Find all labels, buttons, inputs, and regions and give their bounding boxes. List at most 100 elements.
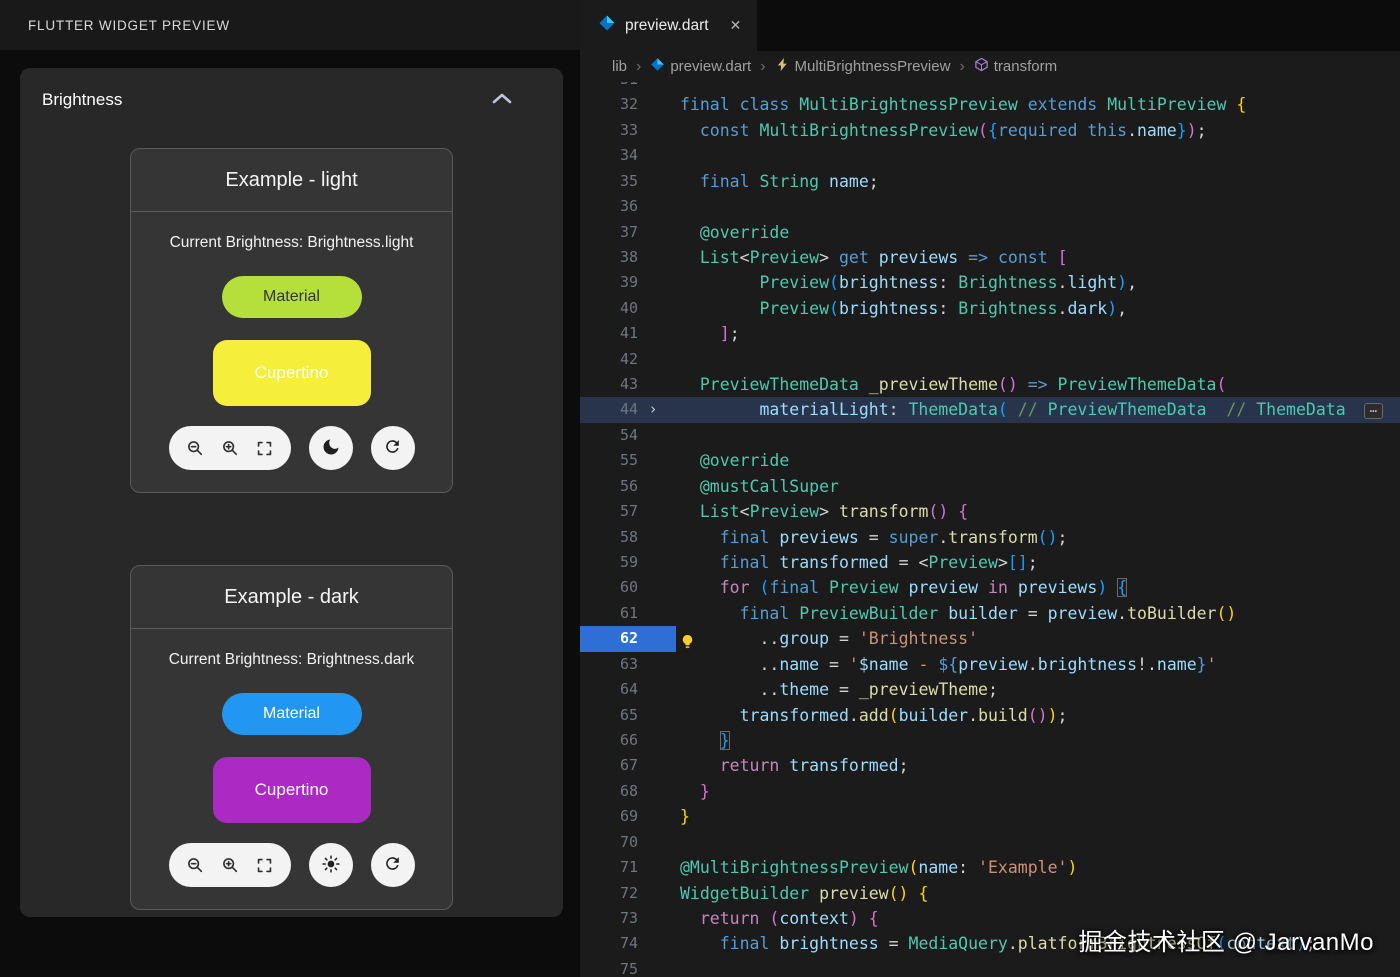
code-line[interactable]: 38 List<Preview> get previews => const [ [580,245,1400,270]
code-line[interactable]: 36 [580,194,1400,219]
gutter[interactable]: 38 [580,245,676,270]
line-number[interactable]: 42 [580,347,638,372]
gutter[interactable]: 40 [580,296,676,321]
code-line[interactable]: 60 for (final Preview preview in preview… [580,575,1400,600]
code-line[interactable]: 32 final class MultiBrightnessPreview ext… [580,92,1400,117]
gutter[interactable]: 65 [580,703,676,728]
line-number[interactable]: 65 [580,703,638,728]
light-mode-toggle-button[interactable] [308,843,353,887]
line-number[interactable]: 55 [580,448,638,473]
fold-chevron-icon[interactable]: › [638,397,668,422]
gutter[interactable]: 68 [580,779,676,804]
zoom-out-icon[interactable] [186,439,204,457]
code-line[interactable]: 31 [580,82,1400,92]
gutter[interactable]: 67 [580,753,676,778]
gutter[interactable]: 62 [580,626,676,652]
code-line[interactable]: 55 @override [580,448,1400,473]
line-number[interactable]: 41 [580,321,638,346]
gutter[interactable]: 42 [580,347,676,372]
breadcrumb-item-lib[interactable]: lib [612,58,627,75]
line-number[interactable]: 33 [580,118,638,143]
line-number[interactable]: 68 [580,779,638,804]
code-line[interactable]: 64 ..theme = _previewTheme; [580,677,1400,702]
code-line[interactable]: 62 ..group = 'Brightness' [580,626,1400,652]
code-line[interactable]: 65 transformed.add(builder.build()); [580,703,1400,728]
breadcrumb-item-method[interactable]: transform [974,57,1057,76]
gutter[interactable]: 66 [580,728,676,753]
gutter[interactable]: 34 [580,143,676,168]
gutter[interactable]: 43 [580,372,676,397]
code-line[interactable]: 58 final previews = super.transform(); [580,525,1400,550]
code-line[interactable]: 75 [580,957,1400,977]
gutter[interactable]: 56 [580,474,676,499]
code-line[interactable]: 59 final transformed = <Preview>[]; [580,550,1400,575]
gutter[interactable]: 54 [580,423,676,448]
dark-mode-toggle-button[interactable] [308,426,353,470]
gutter[interactable]: 75 [580,957,676,977]
code-line[interactable]: 41 ]; [580,321,1400,346]
line-number[interactable]: 64 [580,677,638,702]
close-icon[interactable]: ✕ [730,17,742,34]
zoom-in-icon[interactable] [221,856,239,874]
line-number[interactable]: 57 [580,499,638,524]
gutter[interactable]: 36 [580,194,676,219]
cupertino-button[interactable]: Cupertino [212,340,371,406]
code-line[interactable]: 34 [580,143,1400,168]
code-line[interactable]: 42 [580,347,1400,372]
gutter[interactable]: 74 [580,931,676,956]
gutter[interactable]: 73 [580,906,676,931]
gutter[interactable]: 69 [580,804,676,829]
line-number[interactable]: 75 [580,957,638,977]
code-line[interactable]: 71 @MultiBrightnessPreview(name: 'Example… [580,855,1400,880]
code-line[interactable]: 44 › materialLight: ThemeData( // Preview… [580,397,1400,423]
breadcrumb-item-class[interactable]: MultiBrightnessPreview [775,57,950,76]
line-number[interactable]: 37 [580,220,638,245]
line-number[interactable]: 67 [580,753,638,778]
code-line[interactable]: 40 Preview(brightness: Brightness.dark), [580,296,1400,321]
line-number[interactable]: 72 [580,881,638,906]
line-number[interactable]: 63 [580,652,638,677]
code-line[interactable]: 39 Preview(brightness: Brightness.light)… [580,270,1400,295]
gutter[interactable]: 59 [580,550,676,575]
gutter[interactable]: 58 [580,525,676,550]
gutter[interactable]: 37 [580,220,676,245]
code-line[interactable]: 33 const MultiBrightnessPreview({require… [580,118,1400,143]
gutter[interactable]: 32 [580,92,676,117]
line-number[interactable]: 70 [580,830,638,855]
line-number[interactable]: 35 [580,169,638,194]
line-number[interactable]: 60 [580,575,638,600]
fit-screen-icon[interactable] [256,440,273,457]
line-number[interactable]: 44 [580,397,638,422]
code-line[interactable]: 35 final String name; [580,169,1400,194]
refresh-button[interactable] [370,843,415,887]
code-line[interactable]: 54 [580,423,1400,448]
line-number[interactable]: 39 [580,270,638,295]
line-number[interactable]: 71 [580,855,638,880]
line-number[interactable]: 62 [580,626,638,651]
material-button[interactable]: Material [221,693,362,735]
cupertino-button[interactable]: Cupertino [212,757,371,823]
breadcrumb-item-file[interactable]: preview.dart [650,57,751,76]
line-number[interactable]: 31 [580,82,638,92]
zoom-out-icon[interactable] [186,856,204,874]
gutter[interactable]: 41 [580,321,676,346]
gutter[interactable]: 60 [580,575,676,600]
gutter[interactable]: 57 [580,499,676,524]
line-number[interactable]: 34 [580,143,638,168]
code-line[interactable]: 61 final PreviewBuilder builder = previe… [580,601,1400,626]
line-number[interactable]: 61 [580,601,638,626]
code-line[interactable]: 67 return transformed; [580,753,1400,778]
fold-ellipsis[interactable]: ⋯ [1363,402,1383,419]
code-line[interactable]: 56 @mustCallSuper [580,474,1400,499]
zoom-in-icon[interactable] [221,439,239,457]
code-line[interactable]: 68 } [580,779,1400,804]
line-number[interactable]: 36 [580,194,638,219]
code-line[interactable]: 63 ..name = '$name - ${preview.brightnes… [580,652,1400,677]
code-line[interactable]: 70 [580,830,1400,855]
code-area[interactable]: 3132 final class MultiBrightnessPreview e… [580,82,1400,977]
tab-preview-dart[interactable]: preview.dart ✕ [580,0,758,51]
code-line[interactable]: 37 @override [580,220,1400,245]
line-number[interactable]: 40 [580,296,638,321]
gutter[interactable]: 64 [580,677,676,702]
line-number[interactable]: 56 [580,474,638,499]
